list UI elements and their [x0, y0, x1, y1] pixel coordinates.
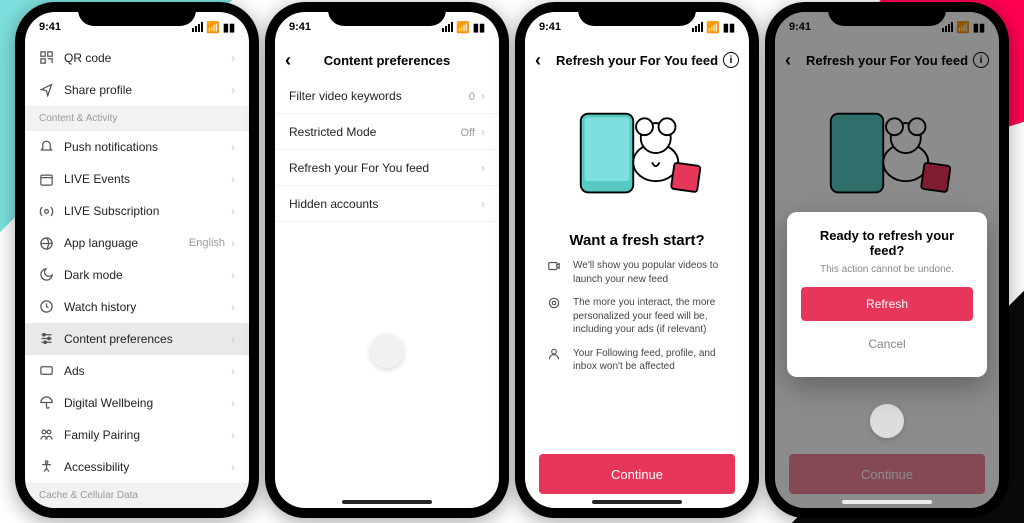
bullet-item: The more you interact, the more personal…: [547, 296, 727, 337]
qr-icon: [39, 50, 54, 65]
share-icon: [39, 82, 54, 97]
row-share-profile[interactable]: Share profile ›: [25, 74, 249, 106]
umbrella-icon: [39, 395, 54, 410]
bullet-item: We'll show you popular videos to launch …: [547, 259, 727, 286]
row-app-language[interactable]: App languageEnglish›: [25, 227, 249, 259]
back-icon[interactable]: ‹: [285, 51, 291, 69]
page-title: Refresh your For You feed: [556, 53, 718, 68]
confirm-modal: Ready to refresh your feed? This action …: [787, 212, 987, 377]
phone-refresh-intro: 9:41 📶▮▮ ‹ Refresh your For You feed i: [515, 2, 759, 518]
row-family-pairing[interactable]: Family Pairing›: [25, 419, 249, 451]
chevron-right-icon: ›: [481, 161, 485, 175]
row-hidden-accounts[interactable]: Hidden accounts›: [275, 186, 499, 222]
row-label: QR code: [64, 51, 111, 65]
person-icon: [547, 347, 563, 363]
chevron-right-icon: ›: [231, 460, 235, 474]
phone-settings: 9:41 📶 ▮▮ QR code › Share profile › Cont…: [15, 2, 259, 518]
row-digital-wellbeing[interactable]: Digital Wellbeing›: [25, 387, 249, 419]
chevron-right-icon: ›: [231, 172, 235, 186]
row-refresh-fyf[interactable]: Refresh your For You feed›: [275, 150, 499, 186]
modal-title: Ready to refresh your feed?: [801, 228, 973, 258]
globe-icon: [39, 236, 54, 251]
assistive-touch-icon[interactable]: [870, 404, 904, 438]
chevron-right-icon: ›: [231, 300, 235, 314]
phone-refresh-confirm: 9:41 📶▮▮ ‹ Refresh your For You feed i: [765, 2, 1009, 518]
chevron-right-icon: ›: [231, 428, 235, 442]
chevron-right-icon: ›: [231, 140, 235, 154]
signal-icon: [192, 22, 203, 32]
wifi-icon: 📶: [706, 21, 720, 34]
calendar-icon: [39, 172, 54, 187]
row-dark-mode[interactable]: Dark mode›: [25, 259, 249, 291]
phone-content-preferences: 9:41 📶▮▮ ‹ Content preferences Filter vi…: [265, 2, 509, 518]
continue-button[interactable]: Continue: [539, 454, 735, 494]
chevron-right-icon: ›: [481, 197, 485, 211]
notch: [578, 2, 696, 26]
signal-icon: [442, 22, 453, 32]
refresh-button[interactable]: Refresh: [801, 287, 973, 321]
home-indicator[interactable]: [342, 500, 432, 504]
wifi-icon: 📶: [456, 21, 470, 34]
accessibility-icon: [39, 459, 54, 474]
row-restricted-mode[interactable]: Restricted ModeOff›: [275, 114, 499, 150]
signal-icon: [692, 22, 703, 32]
chevron-right-icon: ›: [231, 332, 235, 346]
battery-icon: ▮▮: [223, 21, 235, 34]
status-time: 9:41: [39, 21, 61, 33]
assistive-touch-icon[interactable]: [370, 334, 404, 368]
row-accessibility[interactable]: Accessibility›: [25, 451, 249, 483]
chevron-right-icon: ›: [231, 83, 235, 97]
home-indicator[interactable]: [842, 500, 932, 504]
chevron-right-icon: ›: [231, 236, 235, 250]
target-icon: [547, 296, 563, 312]
moon-icon: [39, 267, 54, 282]
chevron-right-icon: ›: [231, 268, 235, 282]
cancel-button[interactable]: Cancel: [801, 327, 973, 361]
row-live-subscription[interactable]: LIVE Subscription›: [25, 195, 249, 227]
row-filter-keywords[interactable]: Filter video keywords0›: [275, 78, 499, 114]
row-label: Share profile: [64, 83, 132, 97]
family-icon: [39, 427, 54, 442]
sliders-icon: [39, 331, 54, 346]
row-live-events[interactable]: LIVE Events›: [25, 163, 249, 195]
row-watch-history[interactable]: Watch history›: [25, 291, 249, 323]
battery-icon: ▮▮: [723, 21, 735, 34]
bell-icon: [39, 140, 54, 155]
row-ads[interactable]: Ads›: [25, 355, 249, 387]
home-indicator[interactable]: [592, 500, 682, 504]
video-icon: [547, 259, 563, 275]
live-icon: [39, 204, 54, 219]
row-push-notifications[interactable]: Push notifications›: [25, 131, 249, 163]
page-header: ‹ Content preferences: [275, 42, 499, 78]
notch: [828, 2, 946, 26]
row-content-preferences[interactable]: Content preferences›: [25, 323, 249, 355]
section-header-cache: Cache & Cellular Data: [25, 483, 249, 508]
notch: [78, 2, 196, 26]
status-time: 9:41: [289, 21, 311, 33]
chevron-right-icon: ›: [481, 125, 485, 139]
chevron-right-icon: ›: [231, 204, 235, 218]
refresh-heading: Want a fresh start?: [525, 232, 749, 249]
modal-subtitle: This action cannot be undone.: [801, 264, 973, 275]
battery-icon: ▮▮: [473, 21, 485, 34]
chevron-right-icon: ›: [231, 364, 235, 378]
illustration: [525, 78, 749, 228]
row-qr-code[interactable]: QR code ›: [25, 42, 249, 74]
notch: [328, 2, 446, 26]
chevron-right-icon: ›: [231, 396, 235, 410]
chevron-right-icon: ›: [231, 51, 235, 65]
chevron-right-icon: ›: [481, 89, 485, 103]
status-time: 9:41: [539, 21, 561, 33]
bullet-item: Your Following feed, profile, and inbox …: [547, 347, 727, 374]
wifi-icon: 📶: [206, 21, 220, 34]
back-icon[interactable]: ‹: [535, 51, 541, 69]
info-icon[interactable]: i: [723, 52, 739, 68]
ads-icon: [39, 363, 54, 378]
clock-icon: [39, 299, 54, 314]
page-title: Content preferences: [324, 53, 450, 68]
section-header: Content & Activity: [25, 106, 249, 131]
page-header: ‹ Refresh your For You feed i: [525, 42, 749, 78]
